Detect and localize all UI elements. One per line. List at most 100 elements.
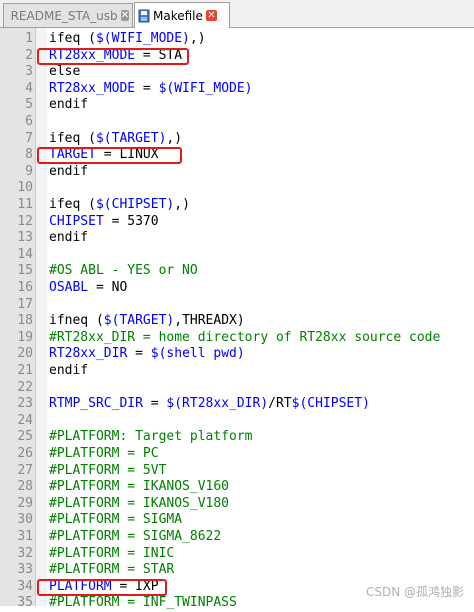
code-token: ifneq ( [49,313,104,328]
code-text: #PLATFORM = INF_TWINPASS [49,595,237,612]
code-line[interactable]: 18 ifneq ($(TARGET),THREADX) [0,313,474,330]
line-number: 13 [0,230,33,247]
code-text: #PLATFORM = INIC [49,546,174,563]
code-text: #PLATFORM = STAR [49,562,174,579]
code-token: = NO [88,280,127,295]
code-text: #PLATFORM: Target platform [49,429,253,446]
code-line[interactable]: 23 RTMP_SRC_DIR = $(RT28xx_DIR)/RT$(CHIPS… [0,396,474,413]
code-line[interactable]: 16 OSABL = NO [0,280,474,297]
code-token: = [135,81,158,96]
line-number: 11 [0,197,33,214]
code-token: $(TARGET) [96,131,166,146]
code-token: ,THREADX) [174,313,244,328]
code-text: ifeq ($(TARGET),) [49,131,182,148]
code-line[interactable]: 21endif [0,363,474,380]
code-line[interactable]: 32#PLATFORM = INIC [0,546,474,563]
code-token: $(RT28xx_DIR) [166,396,268,411]
line-number: 7 [0,131,33,148]
code-line[interactable]: 7 ifeq ($(TARGET),) [0,131,474,148]
code-line[interactable]: 24 [0,413,474,430]
code-line[interactable]: 20RT28xx_DIR = $(shell pwd) [0,346,474,363]
code-token: #PLATFORM = 5VT [49,463,166,478]
line-number: 17 [0,297,33,314]
code-line[interactable]: 28#PLATFORM = IKANOS_V160 [0,479,474,496]
code-token: $(WIFI_MODE) [96,31,190,46]
code-token: endif [49,164,88,179]
code-line[interactable]: 15#OS ABL - YES or NO [0,263,474,280]
code-editor[interactable]: 1ifeq ($(WIFI_MODE),)2RT28xx_MODE = STA3… [0,28,474,606]
code-text: #PLATFORM = IKANOS_V180 [49,496,229,513]
tab-makefile[interactable]: Makefile ✕ [134,2,230,28]
line-number: 26 [0,446,33,463]
code-line[interactable]: 4RT28xx_MODE = $(WIFI_MODE) [0,81,474,98]
code-line[interactable]: 11 ifeq ($(CHIPSET),) [0,197,474,214]
code-token: ,) [174,197,190,212]
line-number: 22 [0,380,33,397]
line-number: 6 [0,114,33,131]
highlight-box [37,579,167,596]
code-text: endif [49,230,88,247]
code-line[interactable]: 12CHIPSET = 5370 [0,214,474,231]
code-token: endif [49,97,88,112]
code-token: OSABL [49,280,88,295]
line-number: 34 [0,579,33,596]
code-line[interactable]: 33 #PLATFORM = STAR [0,562,474,579]
tab-readme[interactable]: README_STA_usb ✕ [3,3,133,27]
code-text: endif [49,97,88,114]
code-token: #RT28xx_DIR = home directory of RT28xx s… [49,330,440,345]
code-line[interactable]: 26 #PLATFORM = PC [0,446,474,463]
code-token: #OS ABL - YES or NO [49,263,198,278]
code-token: #PLATFORM = SIGMA_8622 [49,529,221,544]
code-line[interactable]: 3else [0,64,474,81]
code-token: /RT [268,396,291,411]
line-number: 16 [0,280,33,297]
code-token: #PLATFORM: Target platform [49,429,253,444]
tab-readme-close-icon[interactable]: ✕ [121,10,129,21]
code-line[interactable]: 29#PLATFORM = IKANOS_V180 [0,496,474,513]
code-text: #OS ABL - YES or NO [49,263,198,280]
code-text: #PLATFORM = 5VT [49,463,166,480]
code-token: $(TARGET) [104,313,174,328]
code-line[interactable]: 6 [0,114,474,131]
code-line[interactable]: 19#RT28xx_DIR = home directory of RT28xx… [0,330,474,347]
code-text: RTMP_SRC_DIR = $(RT28xx_DIR)/RT$(CHIPSET… [49,396,370,413]
code-token: $(WIFI_MODE) [159,81,253,96]
code-token: #PLATFORM = PC [49,446,159,461]
line-number: 24 [0,413,33,430]
line-number: 23 [0,396,33,413]
code-line[interactable]: 27#PLATFORM = 5VT [0,463,474,480]
watermark: CSDN @孤鸿独影 [366,583,464,600]
line-number: 8 [0,147,33,164]
code-line[interactable]: 14 [0,247,474,264]
code-line[interactable]: 5endif [0,97,474,114]
code-line[interactable]: 10 [0,180,474,197]
line-number: 30 [0,512,33,529]
tab-bar: README_STA_usb ✕ Makefile ✕ [0,0,474,28]
code-line[interactable]: 1ifeq ($(WIFI_MODE),) [0,31,474,48]
code-text: RT28xx_DIR = $(shell pwd) [49,346,245,363]
code-line[interactable]: 13 endif [0,230,474,247]
code-token: = [127,346,150,361]
code-token: = [143,396,166,411]
code-token: #PLATFORM = IKANOS_V180 [49,496,229,511]
code-token: $(CHIPSET) [96,197,174,212]
code-text: ifneq ($(TARGET),THREADX) [49,313,245,330]
line-number: 33 [0,562,33,579]
code-line[interactable]: 25#PLATFORM: Target platform [0,429,474,446]
line-number: 35 [0,595,33,612]
tab-readme-label: README_STA_usb [11,9,118,23]
code-text: ifeq ($(CHIPSET),) [49,197,190,214]
code-token: endif [49,363,88,378]
code-text: #RT28xx_DIR = home directory of RT28xx s… [49,330,440,347]
highlight-box [37,147,182,164]
code-line[interactable]: 9endif [0,164,474,181]
line-number: 10 [0,180,33,197]
code-token: = 5370 [104,214,159,229]
code-line[interactable]: 17 [0,297,474,314]
line-number: 18 [0,313,33,330]
code-line[interactable]: 31#PLATFORM = SIGMA_8622 [0,529,474,546]
tab-makefile-close-icon[interactable]: ✕ [206,10,217,21]
code-line[interactable]: 22 [0,380,474,397]
code-token: #PLATFORM = IKANOS_V160 [49,479,229,494]
code-line[interactable]: 30#PLATFORM = SIGMA [0,512,474,529]
